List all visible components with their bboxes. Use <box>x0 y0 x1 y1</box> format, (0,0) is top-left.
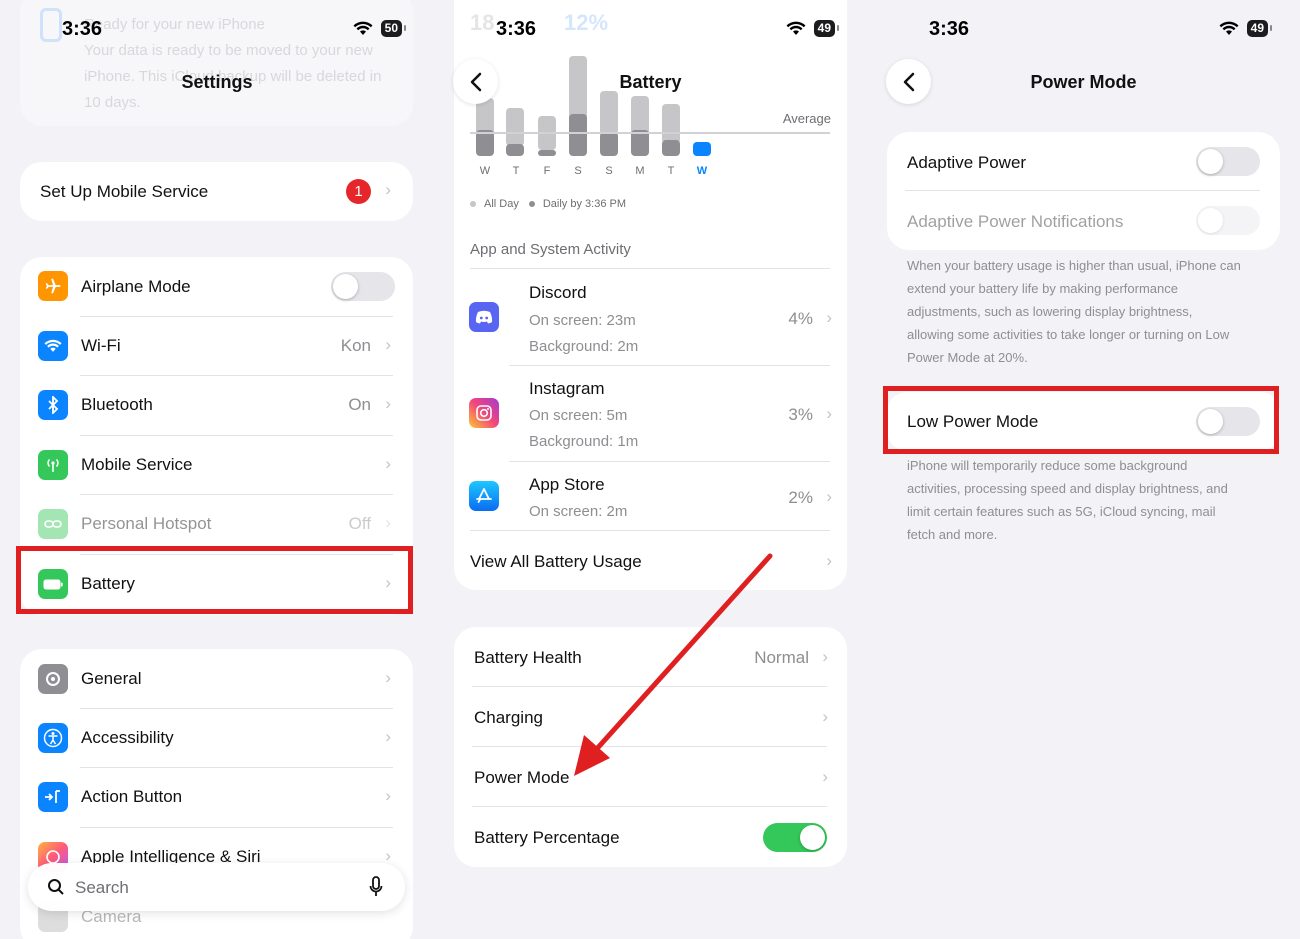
row-label: Personal Hotspot <box>81 514 212 533</box>
adaptive-power-notifications-toggle[interactable] <box>1196 206 1260 235</box>
chevron-right-icon: › <box>385 668 391 687</box>
gear-icon <box>38 664 68 694</box>
settings-screen: Ready for your new iPhone Your data is r… <box>0 0 434 939</box>
wifi-row[interactable]: Wi-Fi Kon › <box>20 316 413 376</box>
personal-hotspot-row[interactable]: Personal Hotspot Off › <box>20 494 413 554</box>
adaptive-power-toggle[interactable] <box>1196 147 1260 176</box>
chevron-right-icon: › <box>385 180 391 199</box>
setup-mobile-service-row[interactable]: Set Up Mobile Service 1 › <box>20 162 413 221</box>
action-button-icon <box>38 782 68 812</box>
annotation-arrow <box>574 553 773 776</box>
adaptive-power-group: Adaptive Power Adaptive Power Notificati… <box>887 132 1280 250</box>
row-label: Bluetooth <box>81 395 153 414</box>
highlight-battery-row <box>16 546 413 614</box>
row-value: Kon <box>340 336 371 355</box>
wifi-icon <box>1219 21 1239 35</box>
wifi-icon <box>353 21 373 35</box>
page-title: Settings <box>181 72 253 92</box>
footer-line: activities, processing speed and display… <box>907 481 1228 496</box>
adaptive-power-notifications-row[interactable]: Adaptive Power Notifications <box>887 191 1280 250</box>
row-label: Adaptive Power <box>907 153 1027 172</box>
row-label: Accessibility <box>81 728 174 747</box>
microphone-icon[interactable] <box>369 876 383 898</box>
footer-line: fetch and more. <box>907 527 998 542</box>
row-label: Action Button <box>81 787 183 806</box>
hotspot-icon <box>38 509 68 539</box>
accessibility-icon <box>38 723 68 753</box>
low-power-footer: iPhone will temporarily reduce some back… <box>907 454 1277 546</box>
action-button-row[interactable]: Action Button › <box>20 767 413 827</box>
adaptive-power-footer: When your battery usage is higher than u… <box>907 254 1277 369</box>
footer-line: limit certain features such as 5G, iClou… <box>907 504 1216 519</box>
setup-label: Set Up Mobile Service <box>40 182 209 201</box>
row-value: On <box>348 395 371 414</box>
airplane-mode-toggle[interactable] <box>331 272 395 301</box>
chevron-right-icon: › <box>385 454 391 473</box>
antenna-icon <box>38 450 68 480</box>
chevron-right-icon: › <box>385 727 391 746</box>
row-label: Airplane Mode <box>81 277 191 296</box>
footer-line: adjustments, such as lowering display br… <box>907 304 1193 319</box>
accessibility-row[interactable]: Accessibility › <box>20 708 413 768</box>
footer-line: allowing some activities to take longer … <box>907 327 1230 342</box>
row-label: General <box>81 669 142 688</box>
status-time: 3:36 <box>62 18 103 40</box>
chevron-right-icon: › <box>385 513 391 532</box>
status-bar: 3:36 50 <box>0 16 434 44</box>
airplane-mode-row[interactable]: Airplane Mode <box>20 257 413 316</box>
mobile-service-row[interactable]: Mobile Service › <box>20 435 413 494</box>
chevron-right-icon: › <box>385 786 391 805</box>
adaptive-power-row[interactable]: Adaptive Power <box>887 132 1280 191</box>
status-bar: 3:36 49 <box>867 16 1300 44</box>
search-bar[interactable]: Search <box>28 863 405 911</box>
footer-line: When your battery usage is higher than u… <box>907 258 1241 273</box>
battery-indicator: 49 <box>1246 20 1273 37</box>
footer-line: Power Mode at 20%. <box>907 350 1028 365</box>
footer-line: iPhone will temporarily reduce some back… <box>907 458 1188 473</box>
status-time: 3:36 <box>929 18 970 40</box>
search-icon <box>48 879 64 895</box>
row-value: Off <box>348 514 371 533</box>
search-input: Search <box>75 878 129 897</box>
bluetooth-row[interactable]: Bluetooth On › <box>20 375 413 435</box>
battery-screen: 18 12% Average W T F S S M T W All Day D… <box>434 0 867 939</box>
notification-badge: 1 <box>346 179 371 204</box>
ghost-line: 10 days. <box>84 94 141 111</box>
battery-indicator: 50 <box>380 20 407 37</box>
general-row[interactable]: General › <box>20 649 413 708</box>
row-label: Adaptive Power Notifications <box>907 212 1124 231</box>
row-label: Mobile Service <box>81 455 193 474</box>
wifi-icon <box>38 331 68 361</box>
page-title: Power Mode <box>1030 72 1137 92</box>
footer-line: extend your battery life by making perfo… <box>907 281 1178 296</box>
chevron-right-icon: › <box>385 335 391 354</box>
chevron-right-icon: › <box>385 394 391 413</box>
highlight-low-power-row <box>883 386 1279 454</box>
row-label: Wi-Fi <box>81 336 121 355</box>
bluetooth-icon <box>38 390 68 420</box>
power-mode-screen: 3:36 49 Power Mode Adaptive Power Adapti… <box>867 0 1300 939</box>
airplane-icon <box>38 271 68 301</box>
